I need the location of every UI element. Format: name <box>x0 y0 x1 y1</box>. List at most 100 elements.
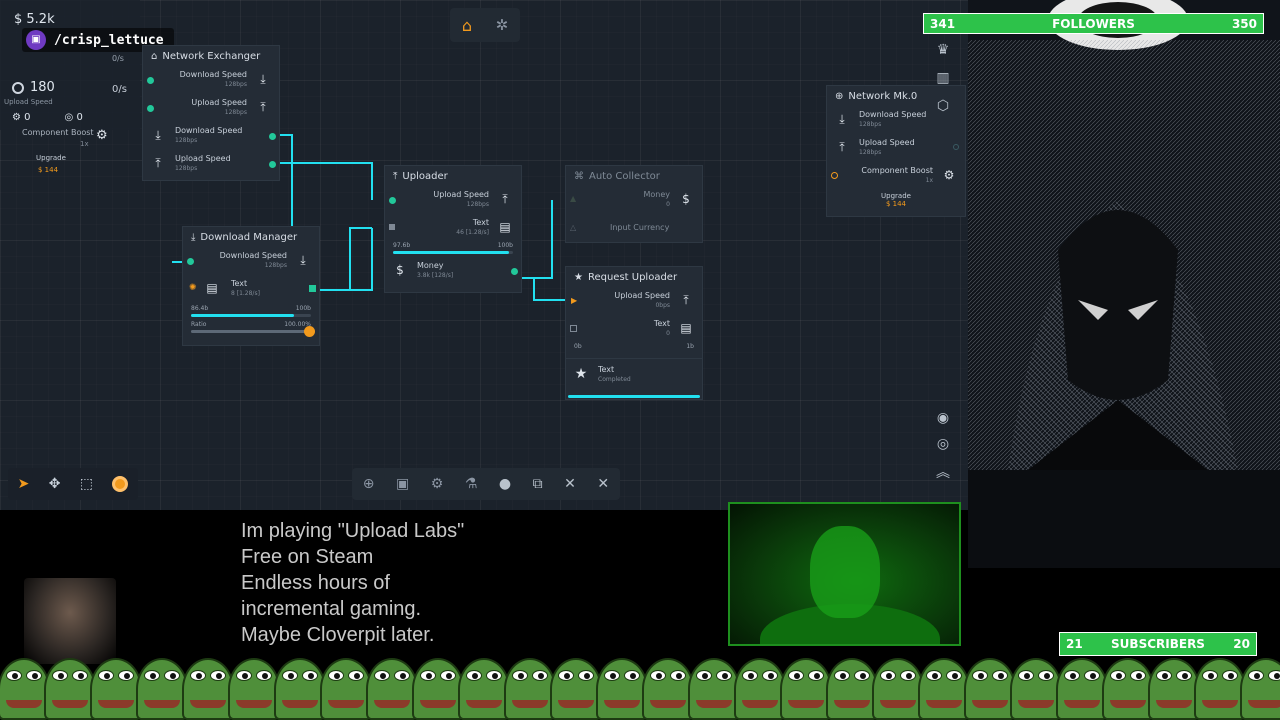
target-icon[interactable]: ◎ <box>937 436 949 452</box>
node-title: ★ Request Uploader <box>566 267 702 287</box>
node-title-label: Request Uploader <box>587 271 678 283</box>
input-port[interactable]: △ <box>570 223 576 232</box>
upgrade-cost[interactable]: $ 144 <box>38 166 58 174</box>
node-row: Upload Speed 128bps ⤒ <box>385 186 521 214</box>
globe-icon[interactable]: ◉ <box>937 410 949 426</box>
node-uploader[interactable]: ⤒ Uploader Upload Speed 128bps ⤒ Text 46 [… <box>384 165 522 293</box>
input-port[interactable] <box>389 197 396 204</box>
stream-info-text: Im playing "Upload Labs" Free on Steam E… <box>241 518 464 648</box>
row-label: Upload Speed 0bps <box>614 291 670 311</box>
upgrade-button[interactable]: $ 144 <box>827 200 965 208</box>
upload-icon: ⤒ <box>839 140 845 154</box>
output-port[interactable] <box>309 285 316 292</box>
refresh-icon: ◎ <box>64 112 74 123</box>
frog-mouth <box>282 700 318 708</box>
input-port[interactable] <box>831 172 838 179</box>
settings-icon[interactable]: ✲ <box>496 16 509 34</box>
game-canvas[interactable]: $ 5.2k 0/s 0/s 180 ⚙ 0 ◎ 0 Upload Speed … <box>0 0 968 510</box>
frog-mouth <box>696 700 732 708</box>
move-icon[interactable]: ✥ <box>49 476 61 492</box>
input-port[interactable]: ▶ <box>571 296 577 305</box>
globe-icon[interactable]: ⊕ <box>363 476 375 492</box>
frog-eye <box>6 670 22 681</box>
input-port[interactable] <box>570 325 577 332</box>
output-port[interactable] <box>269 133 276 140</box>
node-download-manager[interactable]: ⤓ Download Manager Download Speed 128bps … <box>182 226 320 346</box>
frog-emote <box>822 650 878 720</box>
progress-labels: 97.6b 100b <box>385 242 521 249</box>
tools-icon[interactable]: ✕ <box>564 476 576 492</box>
small-readout-value: 0 <box>24 112 31 123</box>
book-icon[interactable]: ▥ <box>936 70 949 86</box>
side-toolbar: ♛ ▥ ⬡ <box>929 42 957 114</box>
row-label: Money 3.8k [128/s] <box>417 261 453 281</box>
frog-mouth <box>972 700 1008 708</box>
row-label: Download Speed 128bps <box>180 70 247 90</box>
node-row: ▶ Upload Speed 0bps ⤒ <box>566 287 702 315</box>
input-port[interactable] <box>147 105 154 112</box>
node-title-label: Uploader <box>402 170 448 182</box>
frog-emote <box>684 650 740 720</box>
node-auto-collector[interactable]: ⌘ Auto Collector ▲ Money 0 $ △ Input Curr… <box>565 165 703 243</box>
home-icon[interactable]: ⌂ <box>462 16 472 35</box>
upload-icon: ⤒ <box>683 293 689 307</box>
hexagon-icon[interactable]: ⬡ <box>937 98 949 114</box>
close-icon[interactable]: ✕ <box>597 476 609 492</box>
frog-eye <box>466 670 482 681</box>
frog-eye <box>1018 670 1034 681</box>
frog-eye <box>926 670 942 681</box>
flask-icon[interactable]: ⚗ <box>465 476 478 492</box>
user-icon[interactable]: ● <box>499 476 511 492</box>
trophy-icon[interactable]: ♛ <box>937 42 950 58</box>
small-readout-1: ⚙ 0 <box>12 112 31 123</box>
ratio-label: Ratio <box>191 321 207 328</box>
code-icon[interactable]: ⧉ <box>533 476 543 492</box>
input-port[interactable]: ▲ <box>570 194 576 203</box>
download-icon: ⤓ <box>260 72 266 86</box>
frog-mouth <box>926 700 962 708</box>
frog-eye <box>52 670 68 681</box>
frog-eye <box>1064 670 1080 681</box>
row-label-text: Upload Speed <box>433 190 489 199</box>
output-port[interactable] <box>511 268 518 275</box>
row-sub-text: 8 [1.28/s] <box>231 290 260 297</box>
node-row: ▲ Money 0 $ <box>566 186 702 214</box>
node-row: ⤒ Upload Speed 128bps <box>827 134 965 162</box>
row-sub-text: 0 <box>666 201 670 208</box>
frog-mouth <box>880 700 916 708</box>
ratio-labels: Ratio 100.00% <box>183 321 319 328</box>
followers-goal: 350 <box>1231 16 1257 31</box>
input-port[interactable] <box>389 224 395 230</box>
document-icon: ▤ <box>499 220 511 234</box>
download-icon: ⤓ <box>191 231 196 243</box>
row-label: Text 46 [1.28/s] <box>456 218 489 238</box>
art-panel <box>968 0 1280 568</box>
subscribers-current: 21 <box>1066 637 1083 651</box>
input-port[interactable] <box>147 77 154 84</box>
select-box-icon[interactable]: ⬚ <box>80 476 93 492</box>
output-port[interactable] <box>953 144 959 150</box>
output-port[interactable] <box>269 161 276 168</box>
ratio-slider-handle[interactable] <box>304 326 315 337</box>
ratio-slider[interactable] <box>191 326 315 337</box>
download-icon: ⤓ <box>300 253 306 267</box>
star-icon: ★ <box>574 366 588 382</box>
cog-icon[interactable]: ⚙ <box>431 476 444 492</box>
node-request-uploader[interactable]: ★ Request Uploader ▶ Upload Speed 0bps ⤒ … <box>565 266 703 400</box>
row-label: Upload Speed 128bps <box>859 138 915 158</box>
chip-icon[interactable]: ▣ <box>396 476 409 492</box>
followers-current: 341 <box>930 16 956 31</box>
input-port[interactable] <box>187 258 194 265</box>
row-label: Download Speed 128bps <box>175 126 242 146</box>
chevron-up-icon[interactable]: ︽ <box>936 462 950 482</box>
upload-icon: ⤒ <box>393 170 398 182</box>
record-icon[interactable] <box>112 476 129 492</box>
row-sub-text: 128bps <box>859 121 882 128</box>
webcam-person-head <box>810 526 880 618</box>
globe-icon: ⊕ <box>835 90 844 102</box>
frog-eye <box>328 670 344 681</box>
cursor-icon[interactable]: ➤ <box>18 476 30 492</box>
boost-icon: ⚙ <box>943 168 955 182</box>
frog-emote <box>960 650 1016 720</box>
node-network-exchanger[interactable]: ⌂ Network Exchanger Download Speed 128bps… <box>142 45 280 181</box>
